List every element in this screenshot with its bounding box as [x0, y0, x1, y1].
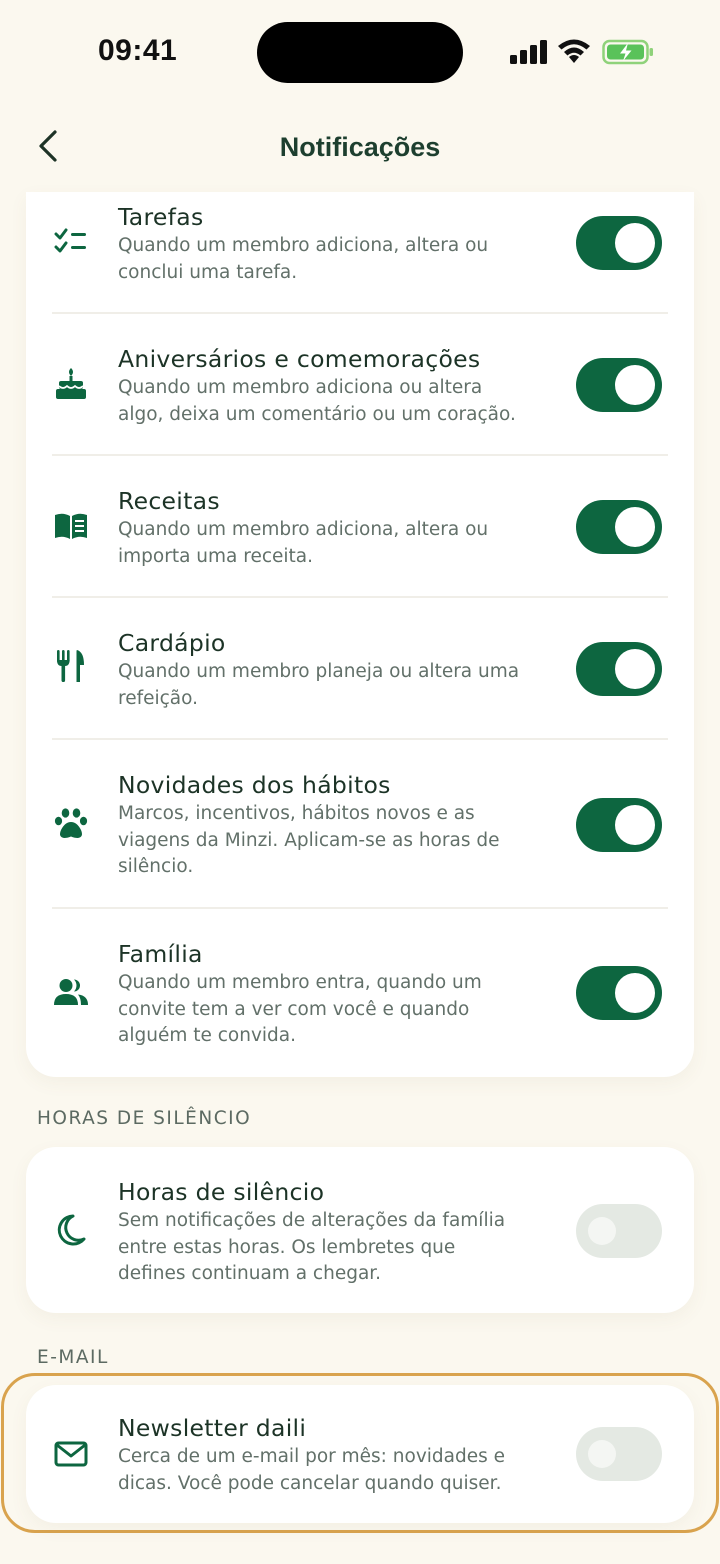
notification-description: Quando um membro adiciona ou altera algo…	[118, 377, 516, 425]
notification-text: Aniversários e comemorações Quando um me…	[118, 344, 558, 428]
notification-description: Quando um membro adiciona, altera ou imp…	[118, 519, 489, 567]
notification-text: Família Quando um membro entra, quando u…	[118, 939, 558, 1050]
toggle-knob	[615, 805, 655, 845]
status-time: 09:41	[98, 34, 178, 67]
divider	[52, 738, 668, 740]
toggle-knob	[615, 507, 655, 547]
toggle-knob	[615, 649, 655, 689]
fork-knife-icon	[48, 643, 94, 689]
notification-text: Tarefas Quando um membro adiciona, alter…	[118, 202, 558, 286]
notification-title: Novidades dos hábitos	[118, 771, 391, 799]
notification-description: Marcos, incentivos, hábitos novos e as v…	[118, 803, 500, 877]
notification-title: Tarefas	[118, 203, 204, 231]
checklist-icon	[48, 218, 94, 264]
status-bar: 09:41	[0, 0, 720, 100]
toggle-birthdays[interactable]	[576, 358, 662, 412]
quiet-hours-title: Horas de silêncio	[118, 1178, 325, 1206]
divider	[52, 596, 668, 598]
toggle-newsletter[interactable]	[576, 1427, 662, 1481]
notification-title: Aniversários e comemorações	[118, 345, 481, 373]
toggle-knob	[588, 1217, 616, 1245]
toggle-quiet-hours[interactable]	[576, 1204, 662, 1258]
divider	[52, 454, 668, 456]
mail-icon	[48, 1431, 94, 1477]
toggle-knob	[615, 973, 655, 1013]
notification-title: Receitas	[118, 487, 220, 515]
quiet-hours-card: Horas de silêncio Sem notificações de al…	[26, 1147, 694, 1313]
toggle-recipes[interactable]	[576, 500, 662, 554]
book-icon	[48, 503, 94, 549]
cellular-signal-icon	[510, 40, 547, 64]
wifi-icon	[558, 39, 590, 63]
toggle-menu[interactable]	[576, 642, 662, 696]
toggle-habits[interactable]	[576, 798, 662, 852]
toggle-knob	[588, 1440, 616, 1468]
paw-icon	[48, 801, 94, 847]
toggle-tasks[interactable]	[576, 216, 662, 270]
notification-text: Cardápio Quando um membro planeja ou alt…	[118, 628, 558, 712]
notification-text: Horas de silêncio Sem notificações de al…	[118, 1177, 558, 1288]
newsletter-description: Cerca de um e-mail por mês: novidades e …	[118, 1446, 506, 1494]
notification-text: Receitas Quando um membro adiciona, alte…	[118, 486, 558, 570]
notification-text: Novidades dos hábitos Marcos, incentivos…	[118, 770, 558, 881]
people-icon	[48, 969, 94, 1015]
battery-charging-icon	[602, 39, 653, 65]
email-card: Newsletter daili Cerca de um e-mail por …	[26, 1385, 694, 1523]
moon-icon	[48, 1207, 94, 1253]
notifications-card: Tarefas Quando um membro adiciona, alter…	[26, 192, 694, 1077]
notification-text: Newsletter daili Cerca de um e-mail por …	[118, 1413, 558, 1497]
notification-title: Cardápio	[118, 629, 226, 657]
newsletter-title: Newsletter daili	[118, 1414, 307, 1442]
toggle-knob	[615, 223, 655, 263]
divider	[52, 907, 668, 909]
divider	[52, 312, 668, 314]
notification-title: Família	[118, 940, 203, 968]
section-label-email: E-MAIL	[37, 1347, 109, 1368]
navigation-header: Notificações	[0, 110, 720, 190]
notification-description: Quando um membro entra, quando um convit…	[118, 972, 482, 1046]
toggle-knob	[615, 365, 655, 405]
page-title: Notificações	[279, 132, 441, 162]
quiet-hours-description: Sem notificações de alterações da famíli…	[118, 1210, 506, 1284]
notification-description: Quando um membro adiciona, altera ou con…	[118, 235, 489, 283]
section-label-quiet-hours: HORAS DE SILÊNCIO	[37, 1108, 252, 1129]
notification-description: Quando um membro planeja ou altera uma r…	[118, 661, 520, 709]
dynamic-island	[257, 22, 463, 83]
toggle-family[interactable]	[576, 966, 662, 1020]
cake-icon	[48, 361, 94, 407]
